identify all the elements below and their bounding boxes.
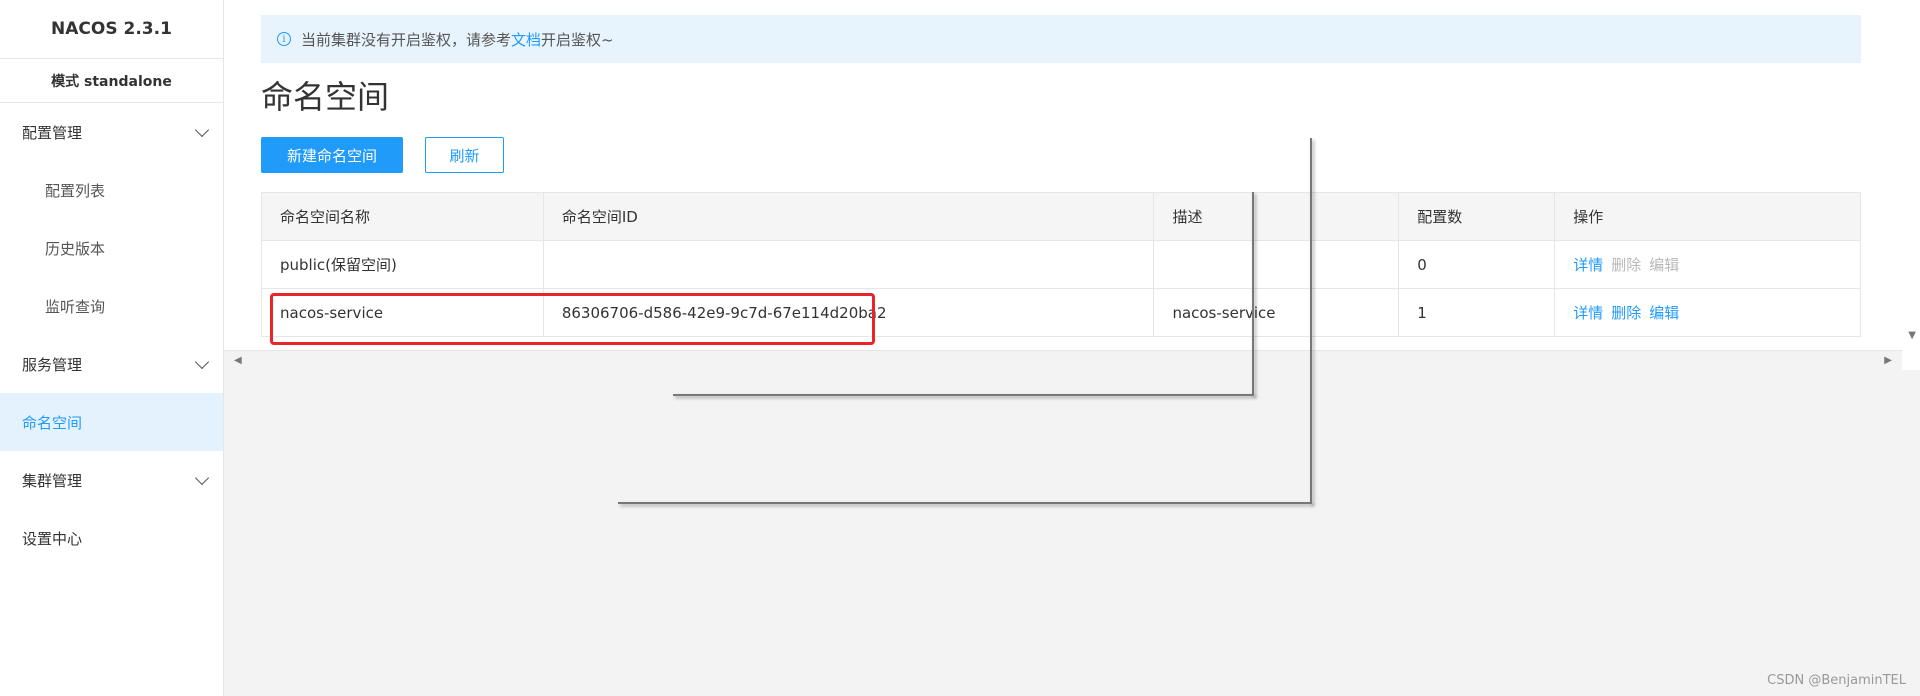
table-header-row: 命名空间名称 命名空间ID 描述 配置数 操作	[261, 192, 1861, 241]
overlay-line	[673, 394, 1254, 396]
row-actions: 详情 删除 编辑	[1554, 240, 1861, 289]
sidebar-group-config[interactable]: 配置管理	[0, 103, 223, 161]
sidebar-item-label: 监听查询	[45, 297, 106, 316]
watermark: CSDN @BenjaminTEL	[1767, 673, 1906, 688]
notice-text-after: 开启鉴权~	[541, 30, 614, 49]
chevron-down-icon	[194, 354, 210, 369]
column-header: 命名空间名称	[261, 192, 544, 241]
sidebar-item-config-list[interactable]: 配置列表	[0, 161, 223, 219]
sidebar-item-label: 配置列表	[45, 181, 106, 200]
detail-link[interactable]: 详情	[1573, 304, 1603, 322]
sidebar-group-label: 配置管理	[22, 123, 83, 142]
config-count: 0	[1398, 240, 1556, 289]
sidebar-item-label: 命名空间	[22, 413, 83, 432]
sidebar-item-settings[interactable]: 设置中心	[0, 509, 223, 567]
delete-link[interactable]: 删除	[1611, 304, 1641, 322]
sidebar-group-label: 服务管理	[22, 355, 83, 374]
config-count: 1	[1398, 288, 1556, 337]
overlay-line	[1252, 192, 1254, 396]
namespace-name: public(保留空间)	[261, 240, 544, 289]
namespace-desc	[1153, 240, 1400, 289]
column-header: 配置数	[1398, 192, 1556, 241]
column-header: 命名空间ID	[542, 192, 1155, 241]
edit-link-disabled: 编辑	[1649, 256, 1680, 274]
sidebar-group-label: 集群管理	[22, 471, 83, 490]
sidebar-item-namespace[interactable]: 命名空间	[0, 393, 223, 451]
overlay-line	[618, 502, 1312, 504]
sidebar-item-history[interactable]: 历史版本	[0, 219, 223, 277]
highlight-annotation	[270, 293, 875, 345]
sidebar-group-service[interactable]: 服务管理	[0, 335, 223, 393]
detail-link[interactable]: 详情	[1573, 256, 1603, 274]
scroll-down-icon[interactable]: ▼	[1908, 330, 1916, 341]
chevron-down-icon	[194, 122, 210, 137]
page-title: 命名空间	[261, 78, 390, 116]
chevron-down-icon	[194, 470, 210, 485]
create-namespace-button[interactable]: 新建命名空间	[261, 137, 403, 173]
sidebar-item-label: 设置中心	[22, 529, 83, 548]
scroll-right-icon[interactable]: ▶	[1884, 355, 1892, 366]
app-title: NACOS 2.3.1	[0, 0, 223, 59]
overlay-line	[1310, 138, 1312, 504]
mode-label: 模式 standalone	[0, 59, 223, 103]
sidebar: NACOS 2.3.1 模式 standalone 配置管理 配置列表 历史版本…	[0, 0, 224, 696]
sidebar-item-label: 历史版本	[45, 239, 106, 258]
notice-text-before: 当前集群没有开启鉴权，请参考	[301, 30, 512, 49]
namespace-desc: nacos-service	[1153, 288, 1400, 337]
refresh-button[interactable]: 刷新	[425, 137, 504, 173]
auth-notice: i 当前集群没有开启鉴权，请参考 文档 开启鉴权~	[261, 15, 1861, 63]
edit-link[interactable]: 编辑	[1649, 304, 1679, 322]
sidebar-group-cluster[interactable]: 集群管理	[0, 451, 223, 509]
sidebar-item-listener[interactable]: 监听查询	[0, 277, 223, 335]
column-header: 描述	[1153, 192, 1400, 241]
column-header: 操作	[1554, 192, 1861, 241]
table-row: public(保留空间) 0 详情 删除 编辑	[261, 240, 1861, 289]
namespace-id	[542, 240, 1155, 289]
horizontal-scrollbar[interactable]: ◀ ▶	[224, 350, 1902, 370]
delete-link-disabled: 删除	[1611, 256, 1642, 274]
row-actions: 详情 删除 编辑	[1554, 288, 1861, 337]
docs-link[interactable]: 文档	[511, 29, 541, 50]
info-icon: i	[277, 32, 291, 46]
scroll-left-icon[interactable]: ◀	[234, 355, 242, 366]
